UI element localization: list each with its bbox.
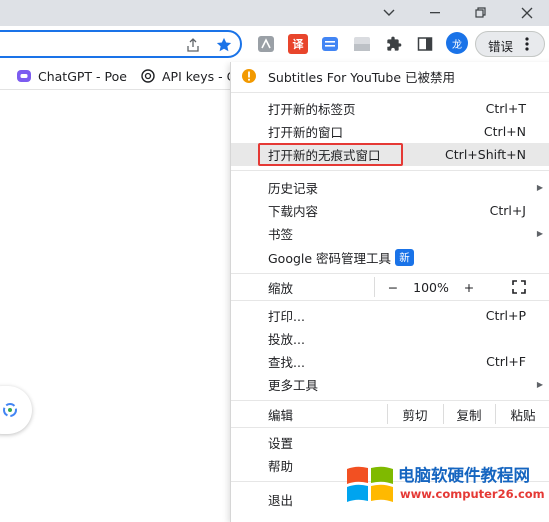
submenu-arrow-icon: ▶ <box>536 380 543 389</box>
restore-button[interactable] <box>458 0 504 26</box>
bookmark-star-icon[interactable] <box>214 35 234 55</box>
minimize-button[interactable] <box>412 0 458 26</box>
edit-label: 编辑 <box>268 407 294 423</box>
menu-item-label: 打印... <box>268 309 305 324</box>
toolbar: 译 龙 错误 <box>0 26 549 62</box>
menu-item-label: 投放... <box>268 332 305 347</box>
divider <box>231 273 549 274</box>
menu-item-label: Google 密码管理工具 <box>268 251 392 266</box>
share-icon[interactable] <box>184 36 202 54</box>
zoom-level: 100% <box>413 279 449 295</box>
menu-item-new-tab[interactable]: 打开新的标签页 Ctrl+T <box>231 97 549 120</box>
divider <box>231 92 549 93</box>
divider <box>231 300 549 301</box>
menu-item-downloads[interactable]: 下载内容 Ctrl+J <box>231 199 549 222</box>
divider <box>387 404 388 424</box>
submenu-arrow-icon: ▶ <box>536 229 543 238</box>
zoom-in-button[interactable]: + <box>457 275 481 299</box>
menu-item-shortcut: Ctrl+J <box>489 203 526 218</box>
extension-blue-icon[interactable] <box>320 34 340 54</box>
bookmark-chatgpt-poe[interactable]: ChatGPT - Poe <box>16 62 127 90</box>
windows-logo-icon <box>345 463 395 510</box>
cut-button[interactable]: 剪切 <box>391 402 439 426</box>
menu-item-label: 帮助 <box>268 459 294 474</box>
edit-row: 编辑 剪切 复制 粘贴 <box>231 402 549 426</box>
openai-icon <box>140 68 156 84</box>
divider <box>231 400 549 401</box>
menu-item-history[interactable]: 历史记录 ▶ <box>231 176 549 199</box>
divider <box>231 427 549 428</box>
poe-icon <box>16 68 32 84</box>
menu-item-more-tools[interactable]: 更多工具 ▶ <box>231 373 549 396</box>
title-bar <box>0 0 549 26</box>
zoom-label: 缩放 <box>268 280 294 296</box>
menu-item-cast[interactable]: 投放... <box>231 327 549 350</box>
menu-item-label: 打开新的标签页 <box>268 102 356 117</box>
menu-item-label: 书签 <box>268 227 294 242</box>
puzzle-icon[interactable] <box>384 34 404 54</box>
close-window-button[interactable] <box>504 0 549 26</box>
watermark-url: www.computer26.com <box>400 487 545 501</box>
extension-gray-icon[interactable] <box>256 34 276 54</box>
chrome-menu: Subtitles For YouTube 已被禁用 打开新的标签页 Ctrl+… <box>230 62 549 522</box>
menu-item-label: 打开新的窗口 <box>268 125 344 140</box>
bookmark-label: API keys - C <box>162 68 236 84</box>
fullscreen-icon[interactable] <box>507 275 531 299</box>
menu-item-new-incognito-window[interactable]: 打开新的无痕式窗口 Ctrl+Shift+N <box>231 143 549 166</box>
side-panel-icon[interactable] <box>415 34 435 54</box>
menu-item-bookmarks[interactable]: 书签 ▶ <box>231 222 549 245</box>
bookmark-label: ChatGPT - Poe <box>38 68 127 84</box>
menu-item-settings[interactable]: 设置 <box>231 431 549 454</box>
extension-disabled-icon[interactable] <box>352 34 372 54</box>
menu-item-label: 设置 <box>268 436 294 451</box>
highlight-box <box>258 143 403 166</box>
address-bar[interactable] <box>0 30 242 58</box>
chevron-down-icon[interactable] <box>366 0 412 26</box>
menu-item-shortcut: Ctrl+N <box>483 124 526 139</box>
notice-label: Subtitles For YouTube 已被禁用 <box>268 69 456 85</box>
menu-item-new-window[interactable]: 打开新的窗口 Ctrl+N <box>231 120 549 143</box>
menu-item-label: 更多工具 <box>268 378 319 393</box>
menu-item-find[interactable]: 查找... Ctrl+F <box>231 350 549 373</box>
menu-item-shortcut: Ctrl+T <box>485 101 526 116</box>
error-menu-button[interactable]: 错误 <box>475 31 545 57</box>
profile-avatar[interactable]: 龙 <box>446 32 468 54</box>
menu-item-shortcut: Ctrl+P <box>485 308 526 323</box>
zoom-row: 缩放 − 100% + <box>231 275 549 299</box>
error-label: 错误 <box>488 39 514 54</box>
menu-item-label: 历史记录 <box>268 181 319 196</box>
divider <box>374 277 375 297</box>
watermark-title: 电脑软硬件教程网 <box>398 466 530 485</box>
menu-item-label: 查找... <box>268 355 305 370</box>
paste-button[interactable]: 粘贴 <box>501 402 545 426</box>
copy-button[interactable]: 复制 <box>447 402 491 426</box>
menu-item-shortcut: Ctrl+F <box>486 354 526 369</box>
translate-extension-icon[interactable]: 译 <box>288 34 308 54</box>
zoom-out-button[interactable]: − <box>381 275 405 299</box>
more-vert-icon <box>525 36 529 55</box>
menu-item-shortcut: Ctrl+Shift+N <box>445 147 526 162</box>
google-lens-icon <box>2 402 18 421</box>
divider <box>231 170 549 171</box>
menu-item-label: 退出 <box>268 493 294 508</box>
warning-icon <box>241 68 257 87</box>
new-badge: 新 <box>395 249 414 266</box>
floating-google-card[interactable] <box>0 386 32 434</box>
menu-item-label: 下载内容 <box>268 204 319 219</box>
watermark: 电脑软硬件教程网 www.computer26.com <box>342 460 549 513</box>
menu-item-password-manager[interactable]: Google 密码管理工具 新 <box>231 246 549 269</box>
menu-item-print[interactable]: 打印... Ctrl+P <box>231 304 549 327</box>
bookmark-api-keys[interactable]: API keys - C <box>140 62 235 90</box>
divider <box>443 404 444 424</box>
submenu-arrow-icon: ▶ <box>536 183 543 192</box>
extension-disabled-notice[interactable]: Subtitles For YouTube 已被禁用 <box>231 64 549 88</box>
divider <box>495 404 496 424</box>
